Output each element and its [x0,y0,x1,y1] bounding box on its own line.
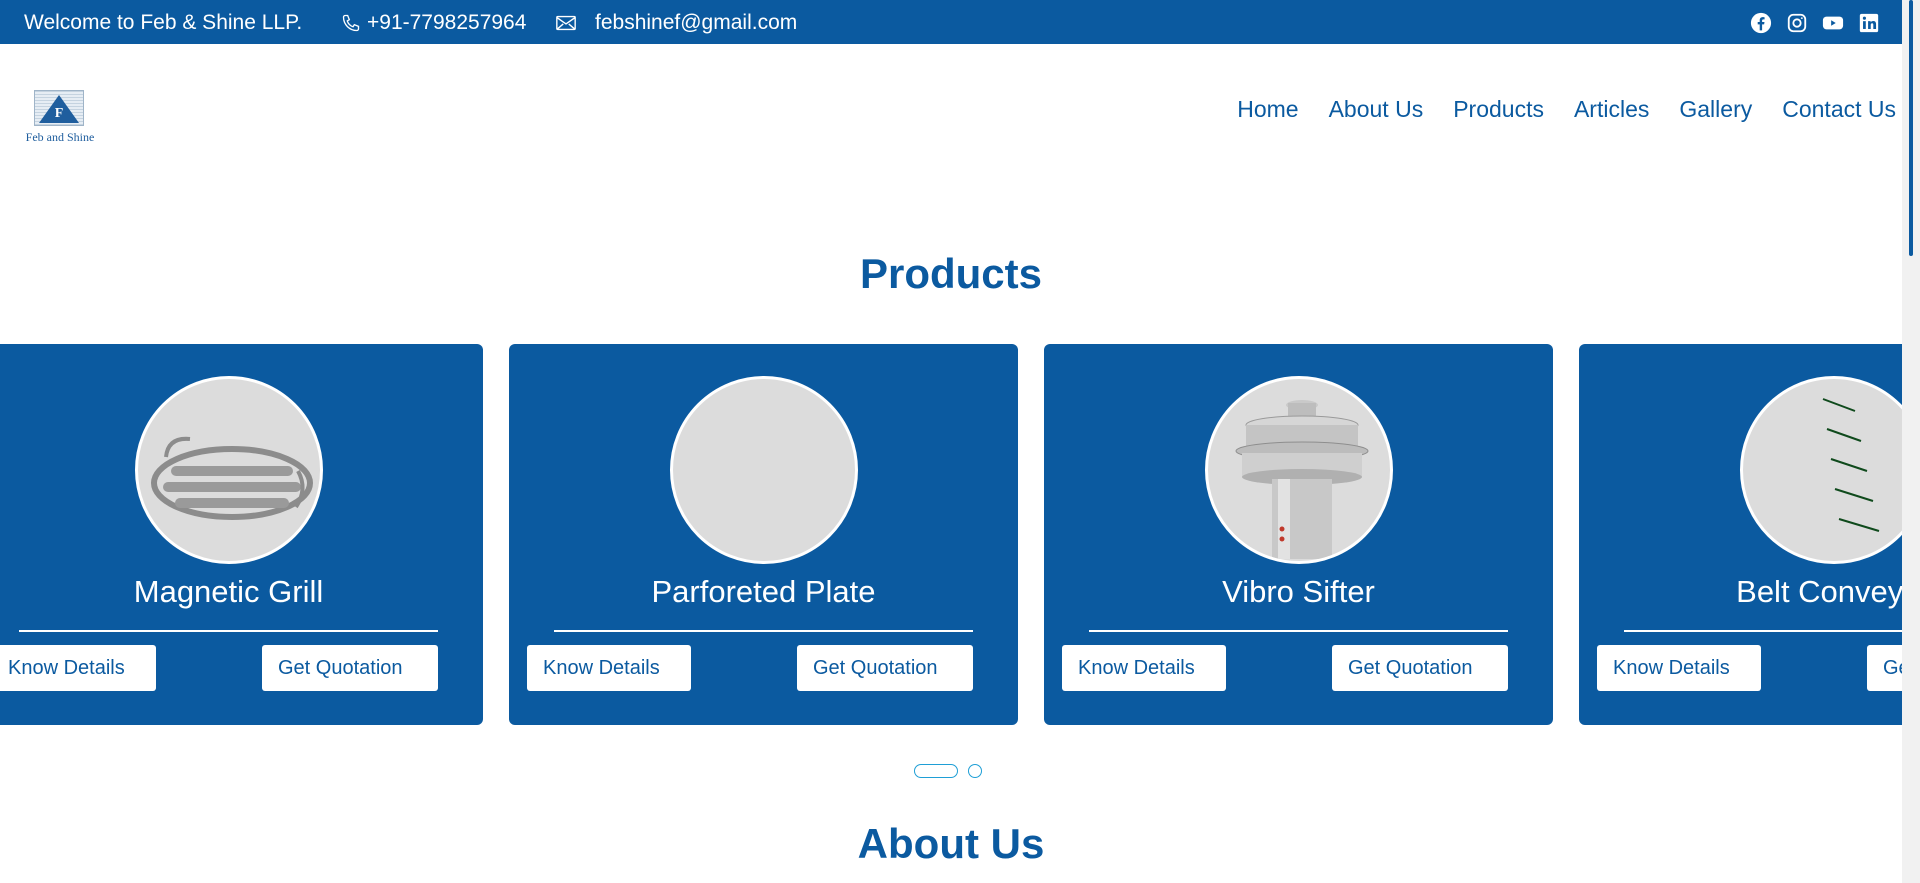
get-quotation-button[interactable]: Get Quotation [1332,645,1508,691]
carousel-pagination [914,764,982,778]
card-divider [554,630,973,632]
nav-gallery[interactable]: Gallery [1679,96,1752,123]
product-name: Belt Conveyor [1736,574,1902,609]
pagination-dot[interactable] [968,764,982,778]
main-nav: Home About Us Products Articles Gallery … [1237,96,1896,123]
phone-icon [341,13,361,33]
welcome-text: Welcome to Feb & Shine LLP. [24,11,303,34]
logo-mark: F [34,90,84,126]
email-address: febshinef@gmail.com [595,11,798,34]
card-divider [1624,630,1902,632]
about-us-heading: About Us [857,820,1045,867]
product-image-belt-conveyor [1739,376,1902,564]
phone-contact[interactable]: +91-7798257964 [341,11,526,35]
product-name: Vibro Sifter [1222,574,1375,609]
logo-letter: F [54,106,64,121]
product-card-belt-conveyor: Belt Conveyor Know Details Get Quotation [1579,344,1902,725]
mail-icon [555,14,577,32]
product-image-vibro-sifter [1204,376,1393,564]
know-details-button[interactable]: Know Details [0,645,156,691]
pagination-dot-active[interactable] [914,764,958,778]
know-details-button[interactable]: Know Details [1597,645,1761,691]
get-quotation-button[interactable]: Get Quotation [262,645,438,691]
company-logo[interactable]: F Feb and Shine [22,90,98,146]
youtube-icon[interactable] [1822,12,1844,34]
nav-articles[interactable]: Articles [1574,96,1649,123]
top-contact-bar: Welcome to Feb & Shine LLP. +91-77982579… [0,0,1902,44]
email-contact[interactable]: febshinef@gmail.com [555,11,797,35]
product-card-parforeted-plate: Parforeted Plate Know Details Get Quotat… [509,344,1018,725]
logo-text: Feb and Shine [25,130,95,144]
know-details-button[interactable]: Know Details [527,645,691,691]
product-card-vibro-sifter: Vibro Sifter Know Details Get Quotation [1044,344,1553,725]
product-name: Magnetic Grill [133,574,324,609]
phone-number: +91-7798257964 [367,11,527,34]
nav-products[interactable]: Products [1453,96,1544,123]
products-heading: Products [859,250,1043,297]
nav-contact-us[interactable]: Contact Us [1782,96,1896,123]
page-scrollbar[interactable] [1902,0,1920,883]
social-links [1750,12,1880,34]
instagram-icon[interactable] [1786,12,1808,34]
nav-home[interactable]: Home [1237,96,1298,123]
product-image-magnetic-grill [134,376,323,564]
scrollbar-thumb[interactable] [1909,0,1913,256]
product-card-magnetic-grill: Magnetic Grill Know Details Get Quotatio… [0,344,483,725]
product-name: Parforeted Plate [651,574,876,609]
facebook-icon[interactable] [1750,12,1772,34]
products-carousel: Magnetic Grill Know Details Get Quotatio… [0,344,1902,725]
get-quotation-button[interactable]: Get Quotation [797,645,973,691]
product-image-parforeted-plate [669,376,858,564]
nav-about-us[interactable]: About Us [1329,96,1424,123]
linkedin-icon[interactable] [1858,12,1880,34]
card-divider [19,630,438,632]
get-quotation-button[interactable]: Get Quotation [1867,645,1902,691]
know-details-button[interactable]: Know Details [1062,645,1226,691]
card-divider [1089,630,1508,632]
